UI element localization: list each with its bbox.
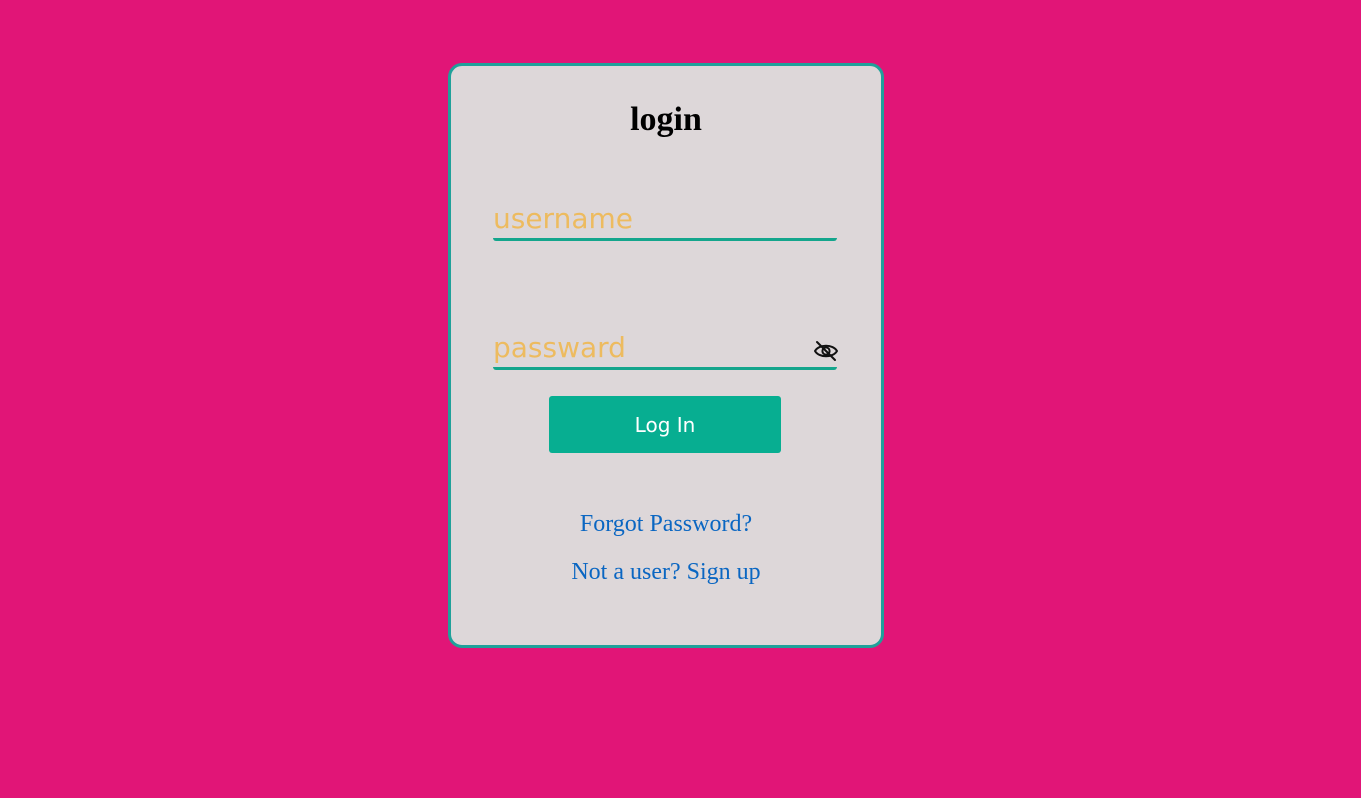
signup-row: Not a user? Sign up [451, 558, 881, 586]
username-field [493, 198, 837, 241]
login-title: login [630, 101, 702, 138]
password-field [493, 327, 839, 370]
login-button[interactable]: Log In [549, 396, 781, 453]
username-input[interactable] [493, 198, 837, 238]
forgot-password-link[interactable]: Forgot Password? [580, 511, 752, 537]
eye-slash-icon[interactable] [813, 339, 839, 363]
login-card: login Log In Forgot Password? Not a user… [448, 63, 884, 648]
password-input[interactable] [493, 327, 803, 367]
forgot-password-row: Forgot Password? [451, 510, 881, 538]
signup-link[interactable]: Not a user? Sign up [571, 559, 760, 585]
